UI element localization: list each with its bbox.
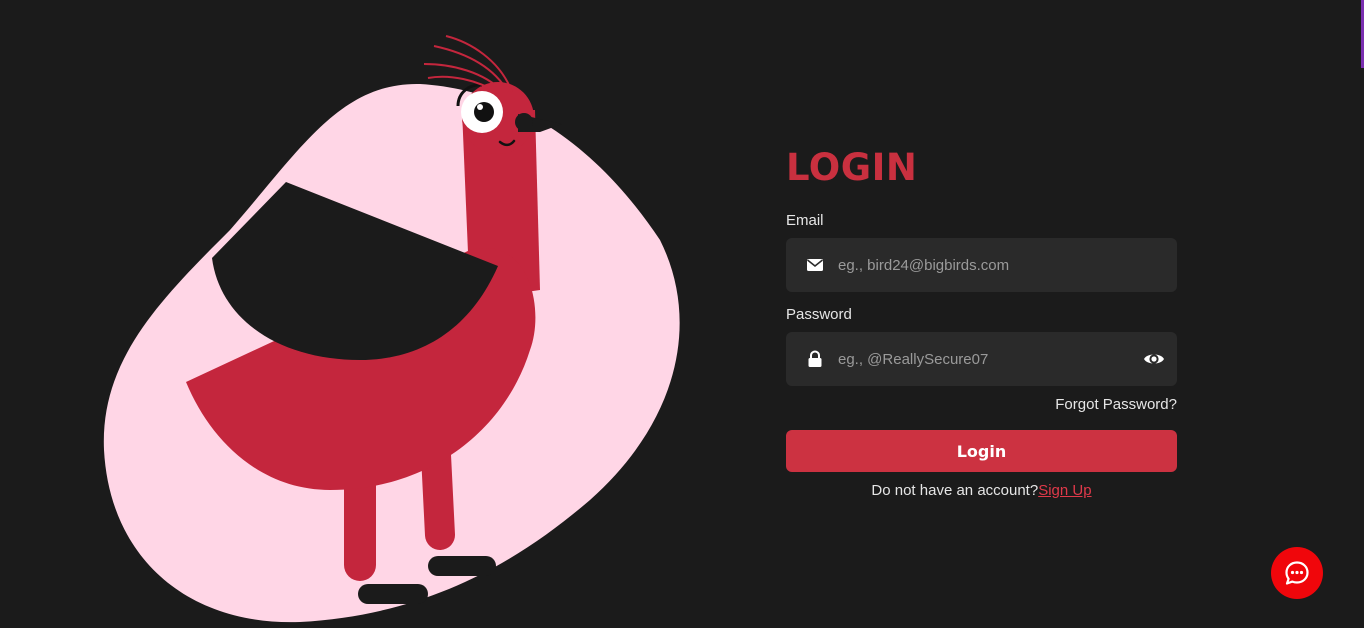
- password-field-wrapper: [786, 332, 1177, 386]
- login-page: LOGIN Email Password Forgot Password?: [0, 0, 1364, 628]
- flamingo-illustration: [103, 35, 680, 623]
- forgot-password-link[interactable]: Forgot Password?: [1055, 396, 1177, 413]
- eye-icon[interactable]: [1143, 349, 1165, 369]
- envelope-icon: [807, 259, 823, 271]
- bird-leg-right: [421, 440, 455, 550]
- chat-button[interactable]: [1271, 547, 1323, 599]
- lock-icon: [808, 350, 822, 367]
- login-button[interactable]: Login: [786, 430, 1177, 472]
- bird-foot-left: [358, 584, 428, 604]
- email-field-wrapper: [786, 238, 1177, 292]
- bird-foot-right: [428, 556, 496, 576]
- password-input[interactable]: [838, 332, 1128, 386]
- password-label: Password: [786, 306, 852, 323]
- forgot-password-row: Forgot Password?: [786, 396, 1177, 416]
- signup-link[interactable]: Sign Up: [1038, 482, 1091, 499]
- chat-bubble-icon: [1285, 561, 1309, 585]
- email-input[interactable]: [838, 238, 1128, 292]
- signup-row: Do not have an account?Sign Up: [786, 482, 1177, 499]
- email-label: Email: [786, 212, 824, 229]
- signup-prompt: Do not have an account?: [871, 482, 1039, 499]
- login-title: LOGIN: [786, 146, 918, 189]
- login-form: LOGIN Email Password Forgot Password?: [786, 140, 1177, 499]
